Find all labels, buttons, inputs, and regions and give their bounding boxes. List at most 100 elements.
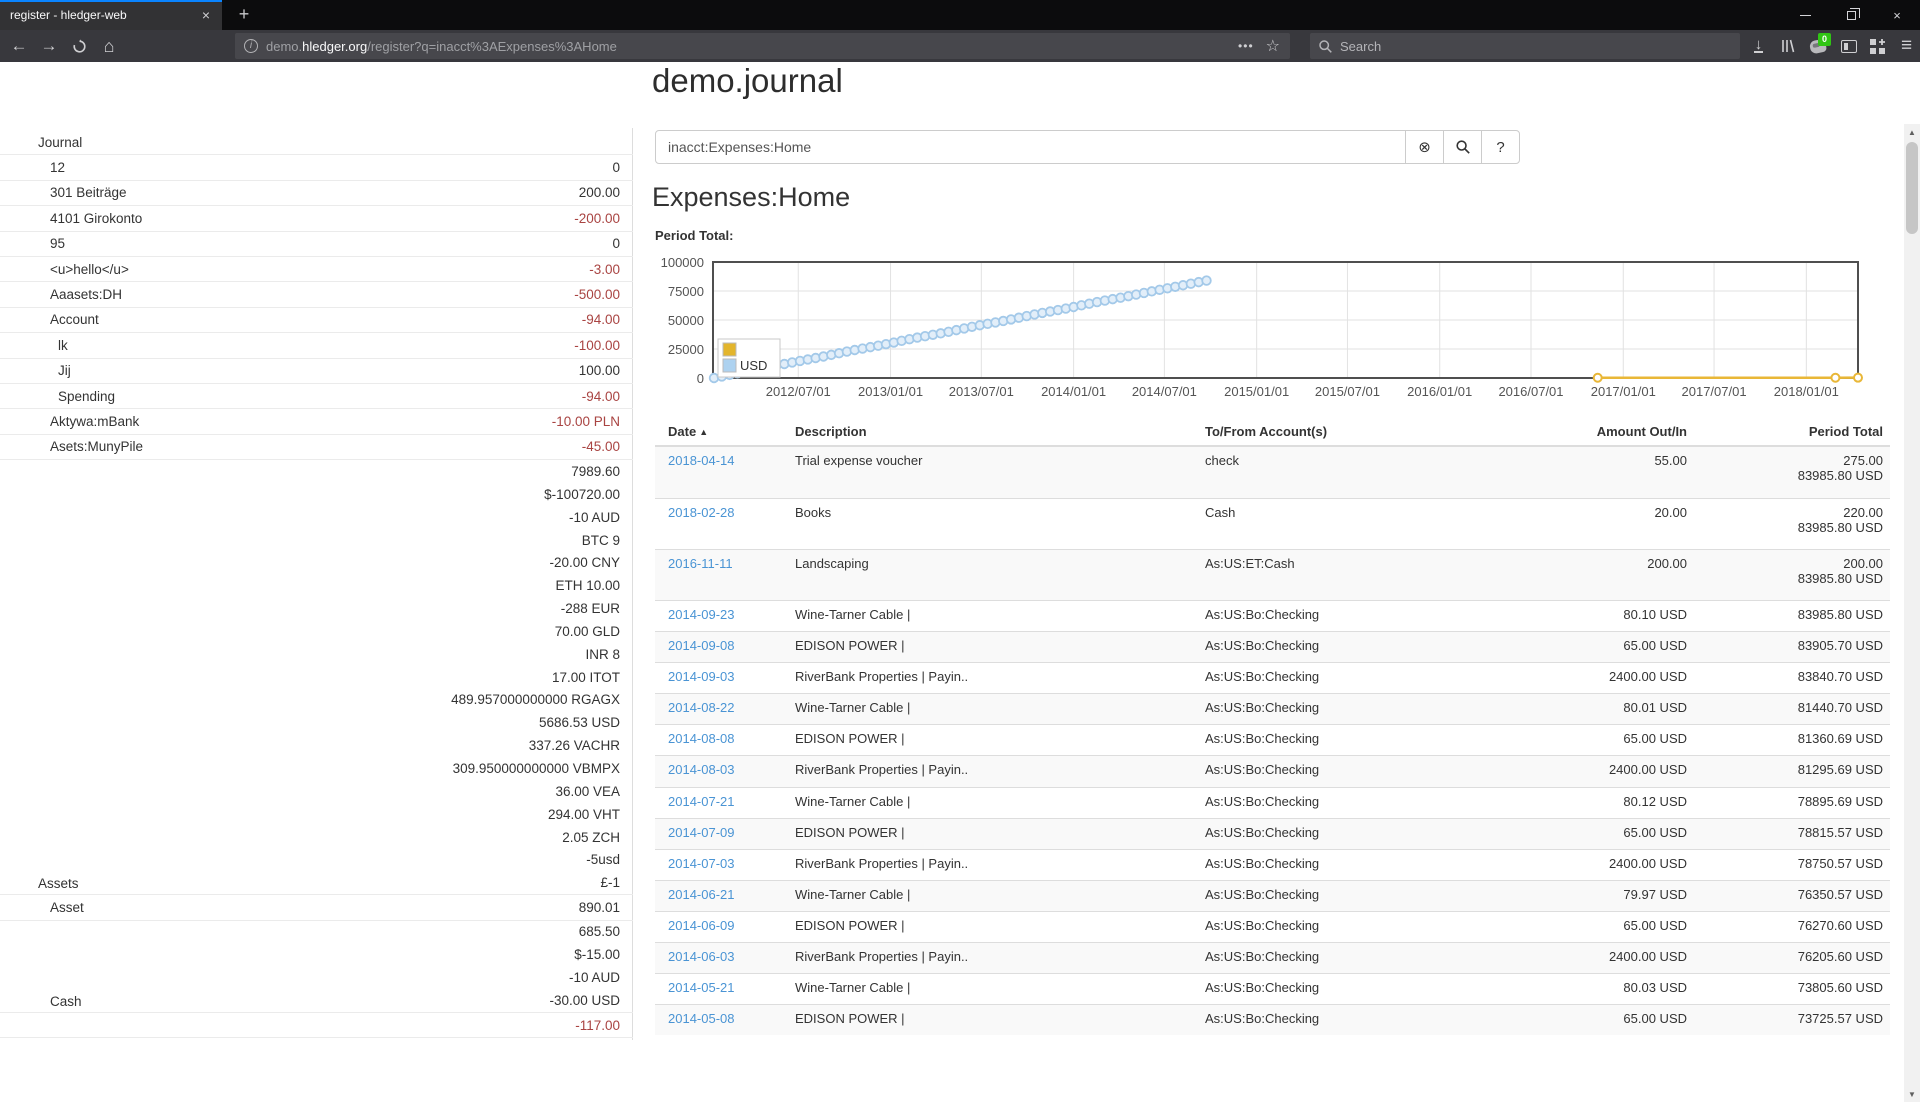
cell-amt: 2400.00 USD xyxy=(1450,850,1700,880)
scroll-up-icon[interactable]: ▲ xyxy=(1904,124,1920,140)
page-actions-icon[interactable]: ••• xyxy=(1238,39,1254,53)
transaction-date-link[interactable]: 2014-08-22 xyxy=(668,700,735,715)
minimize-icon xyxy=(1800,15,1811,16)
balance-line: INR 8 xyxy=(585,643,620,666)
transaction-row[interactable]: 2016-11-11LandscapingAs:US:ET:Cash200.00… xyxy=(655,549,1890,600)
transaction-date-link[interactable]: 2018-02-28 xyxy=(668,505,735,520)
transaction-date-link[interactable]: 2014-09-23 xyxy=(668,607,735,622)
sidebar-account-row: Asets:MunyPile-45.00 xyxy=(0,435,633,460)
transaction-row[interactable]: 2014-07-03RiverBank Properties | Payin..… xyxy=(655,849,1890,880)
transaction-row[interactable]: 2014-08-22Wine-Tarner Cable |As:US:Bo:Ch… xyxy=(655,693,1890,724)
downloads-icon[interactable]: ↓ xyxy=(1744,30,1773,62)
sidebar-account-link[interactable]: Account xyxy=(0,312,99,327)
minimize-button[interactable] xyxy=(1782,0,1828,30)
home-icon[interactable]: ⌂ xyxy=(94,30,124,62)
svg-text:2016/01/01: 2016/01/01 xyxy=(1407,384,1472,399)
url-bar[interactable]: i demo.hledger.org/register?q=inacct%3AE… xyxy=(235,33,1290,59)
balance-line: 70.00 GLD xyxy=(555,620,620,643)
browser-tab[interactable]: register - hledger-web × xyxy=(0,0,222,30)
transaction-row[interactable]: 2018-02-28BooksCash20.00220.0083985.80 U… xyxy=(655,498,1890,549)
transaction-row[interactable]: 2014-07-21Wine-Tarner Cable |As:US:Bo:Ch… xyxy=(655,787,1890,818)
transaction-date-link[interactable]: 2014-05-08 xyxy=(668,1011,735,1026)
transaction-date-link[interactable]: 2016-11-11 xyxy=(668,556,733,571)
sidebar-account-link[interactable]: Asset xyxy=(0,900,84,915)
transaction-date-link[interactable]: 2014-07-09 xyxy=(668,825,735,840)
sidebar-account-link[interactable]: Jij xyxy=(0,363,71,378)
browser-tab-bar: register - hledger-web × + × xyxy=(0,0,1920,30)
column-header-acct[interactable]: To/From Account(s) xyxy=(1205,418,1450,445)
menu-icon[interactable]: ≡ xyxy=(1892,30,1920,62)
transaction-date-link[interactable]: 2014-08-08 xyxy=(668,731,735,746)
transaction-row[interactable]: 2014-09-08EDISON POWER |As:US:Bo:Checkin… xyxy=(655,631,1890,662)
clear-query-button[interactable]: ⊗ xyxy=(1405,130,1444,164)
transaction-row[interactable]: 2014-08-08EDISON POWER |As:US:Bo:Checkin… xyxy=(655,724,1890,755)
column-header-per[interactable]: Period Total xyxy=(1700,418,1890,445)
query-input[interactable] xyxy=(655,130,1406,164)
library-icon[interactable] xyxy=(1774,30,1803,62)
sidebar-journal-link[interactable]: Journal xyxy=(0,135,82,150)
sidebar-account-link[interactable]: Asets:MunyPile xyxy=(0,439,143,454)
bookmark-star-icon[interactable]: ☆ xyxy=(1266,36,1280,56)
browser-toolbar: ← → ⌂ i demo.hledger.org/register?q=inac… xyxy=(0,30,1920,62)
column-header-desc[interactable]: Description xyxy=(795,418,1205,445)
tab-close-icon[interactable]: × xyxy=(196,2,216,29)
extension-icon[interactable]: 0 xyxy=(1803,30,1832,62)
submit-search-button[interactable] xyxy=(1443,130,1482,164)
accounts-sidebar: Journal120301 Beiträge200.004101 Girokon… xyxy=(0,130,633,1038)
transaction-date-link[interactable]: 2014-07-21 xyxy=(668,794,735,809)
transaction-row[interactable]: 2014-09-03RiverBank Properties | Payin..… xyxy=(655,662,1890,693)
scrollbar-thumb[interactable] xyxy=(1906,142,1918,234)
sidebar-account-link[interactable]: 12 xyxy=(0,160,65,175)
balance-line: 337.26 VACHR xyxy=(529,734,620,757)
transaction-date-link[interactable]: 2014-08-03 xyxy=(668,762,735,777)
cell-desc: EDISON POWER | xyxy=(795,725,1205,755)
sidebar-account-link[interactable]: Spending xyxy=(0,389,115,404)
close-button[interactable]: × xyxy=(1874,0,1920,30)
transaction-date-link[interactable]: 2014-09-08 xyxy=(668,638,735,653)
transaction-date-link[interactable]: 2014-06-03 xyxy=(668,949,735,964)
cell-date: 2014-09-23 xyxy=(668,601,795,631)
transaction-date-link[interactable]: 2014-07-03 xyxy=(668,856,735,871)
sidebar-account-link[interactable]: Cash xyxy=(0,994,82,1012)
sidebar-account-link[interactable]: lk xyxy=(0,338,68,353)
transaction-row[interactable]: 2014-05-08EDISON POWER |As:US:Bo:Checkin… xyxy=(655,1004,1890,1035)
url-prefix: demo. xyxy=(266,39,302,54)
sidebar-account-link[interactable]: 4101 Girokonto xyxy=(0,211,142,226)
help-button[interactable]: ? xyxy=(1481,130,1520,164)
back-icon[interactable]: ← xyxy=(4,30,34,62)
transaction-row[interactable]: 2014-05-21Wine-Tarner Cable |As:US:Bo:Ch… xyxy=(655,973,1890,1004)
transaction-row[interactable]: 2014-06-09EDISON POWER |As:US:Bo:Checkin… xyxy=(655,911,1890,942)
sidebar-account-link[interactable]: 301 Beiträge xyxy=(0,185,127,200)
transaction-date-link[interactable]: 2014-06-21 xyxy=(668,887,735,902)
transaction-date-link[interactable]: 2014-06-09 xyxy=(668,918,735,933)
browser-search-field[interactable]: Search xyxy=(1310,33,1740,59)
account-balance: 0 xyxy=(612,236,620,251)
transaction-row[interactable]: 2014-06-21Wine-Tarner Cable |As:US:Bo:Ch… xyxy=(655,880,1890,911)
transaction-row[interactable]: 2014-07-09EDISON POWER |As:US:Bo:Checkin… xyxy=(655,818,1890,849)
transaction-date-link[interactable]: 2014-05-21 xyxy=(668,980,735,995)
sidebar-account-link[interactable]: 95 xyxy=(0,236,65,251)
site-info-icon[interactable]: i xyxy=(244,39,258,53)
transaction-row[interactable]: 2014-06-03RiverBank Properties | Payin..… xyxy=(655,942,1890,973)
cell-date: 2014-06-09 xyxy=(668,912,795,942)
column-header-date[interactable]: Date▲ xyxy=(668,418,795,445)
sidebar-account-link[interactable]: Aaasets:DH xyxy=(0,287,122,302)
cell-date: 2014-08-03 xyxy=(668,756,795,786)
sidebar-account-link[interactable]: Aktywa:mBank xyxy=(0,414,139,429)
sidebar-toggle-icon[interactable] xyxy=(1834,30,1863,62)
column-header-amt[interactable]: Amount Out/In xyxy=(1450,418,1700,445)
sidebar-account-link[interactable]: <u>hello</u> xyxy=(0,262,129,277)
extensions-grid-icon[interactable] xyxy=(1863,30,1892,62)
transaction-row[interactable]: 2014-09-23Wine-Tarner Cable |As:US:Bo:Ch… xyxy=(655,600,1890,631)
page-scrollbar[interactable]: ▲ ▼ xyxy=(1904,124,1920,1102)
transaction-date-link[interactable]: 2018-04-14 xyxy=(668,453,735,468)
transaction-row[interactable]: 2018-04-14Trial expense vouchercheck55.0… xyxy=(655,447,1890,498)
new-tab-button[interactable]: + xyxy=(230,0,258,30)
scroll-down-icon[interactable]: ▼ xyxy=(1904,1086,1920,1102)
reload-icon[interactable] xyxy=(64,30,94,62)
restore-button[interactable] xyxy=(1828,0,1874,30)
transaction-date-link[interactable]: 2014-09-03 xyxy=(668,669,735,684)
sidebar-account-link[interactable]: Assets xyxy=(0,876,79,894)
transaction-row[interactable]: 2014-08-03RiverBank Properties | Payin..… xyxy=(655,755,1890,786)
forward-icon[interactable]: → xyxy=(34,30,64,62)
